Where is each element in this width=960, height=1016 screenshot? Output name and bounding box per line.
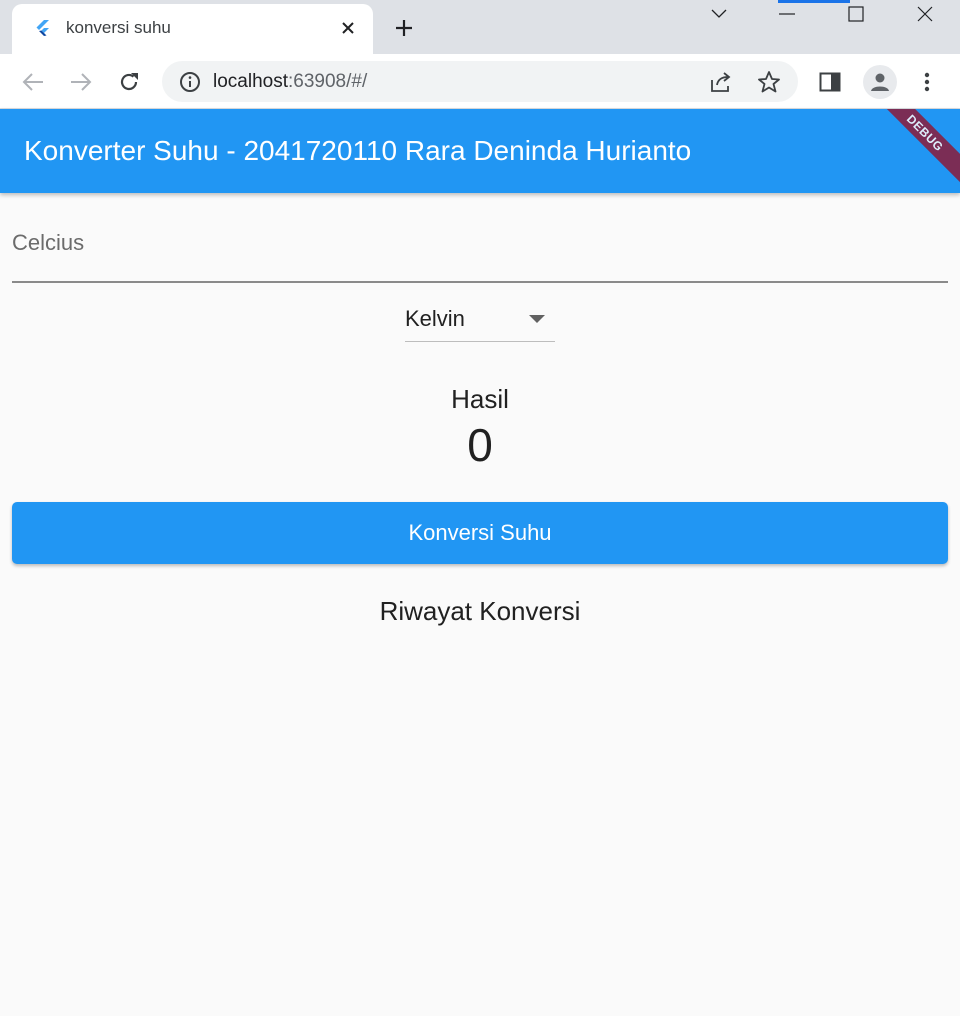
- profile-avatar-icon[interactable]: [863, 65, 897, 99]
- app-title: Konverter Suhu - 2041720110 Rara Deninda…: [24, 135, 692, 166]
- back-icon[interactable]: [17, 66, 49, 98]
- minimize-icon[interactable]: [752, 0, 822, 28]
- history-list: [12, 640, 948, 1000]
- browser-toolbar: localhost:63908/#/: [0, 54, 960, 109]
- url-path: :63908/#/: [288, 71, 368, 92]
- app-bar: Konverter Suhu - 2041720110 Rara Deninda…: [0, 109, 960, 193]
- forward-icon[interactable]: [65, 66, 97, 98]
- site-info-icon[interactable]: [178, 70, 202, 94]
- new-tab-icon[interactable]: [390, 14, 418, 42]
- flutter-icon: [36, 20, 49, 36]
- close-tab-icon[interactable]: [334, 14, 362, 42]
- maximize-icon[interactable]: [821, 0, 891, 28]
- debug-banner: DEBUG: [864, 109, 960, 193]
- dropdown-arrow-icon: [529, 315, 545, 323]
- result-label: Hasil: [451, 384, 509, 414]
- browser-tabstrip: konversi suhu: [0, 0, 960, 54]
- tab-title: konversi suhu: [66, 18, 171, 37]
- bookmark-star-icon[interactable]: [756, 69, 782, 95]
- address-bar[interactable]: localhost:63908/#/: [162, 61, 798, 102]
- celcius-input-underline[interactable]: [12, 281, 948, 283]
- unit-dropdown[interactable]: Kelvin: [405, 302, 555, 342]
- browser-tab[interactable]: konversi suhu: [12, 4, 373, 54]
- reload-icon[interactable]: [113, 66, 145, 98]
- celcius-input-label[interactable]: Celcius: [12, 230, 84, 256]
- close-window-icon[interactable]: [890, 0, 960, 28]
- result-value: 0: [467, 419, 493, 471]
- share-icon[interactable]: [708, 69, 734, 95]
- tab-search-icon[interactable]: [684, 0, 754, 28]
- dropdown-selected-value: Kelvin: [405, 306, 465, 331]
- menu-kebab-icon[interactable]: [911, 66, 943, 98]
- url-text[interactable]: localhost:63908/#/: [213, 71, 367, 93]
- history-title: Riwayat Konversi: [379, 596, 581, 626]
- side-panel-icon[interactable]: [814, 66, 846, 98]
- convert-button[interactable]: Konversi Suhu: [12, 502, 948, 564]
- url-host: localhost: [213, 71, 288, 92]
